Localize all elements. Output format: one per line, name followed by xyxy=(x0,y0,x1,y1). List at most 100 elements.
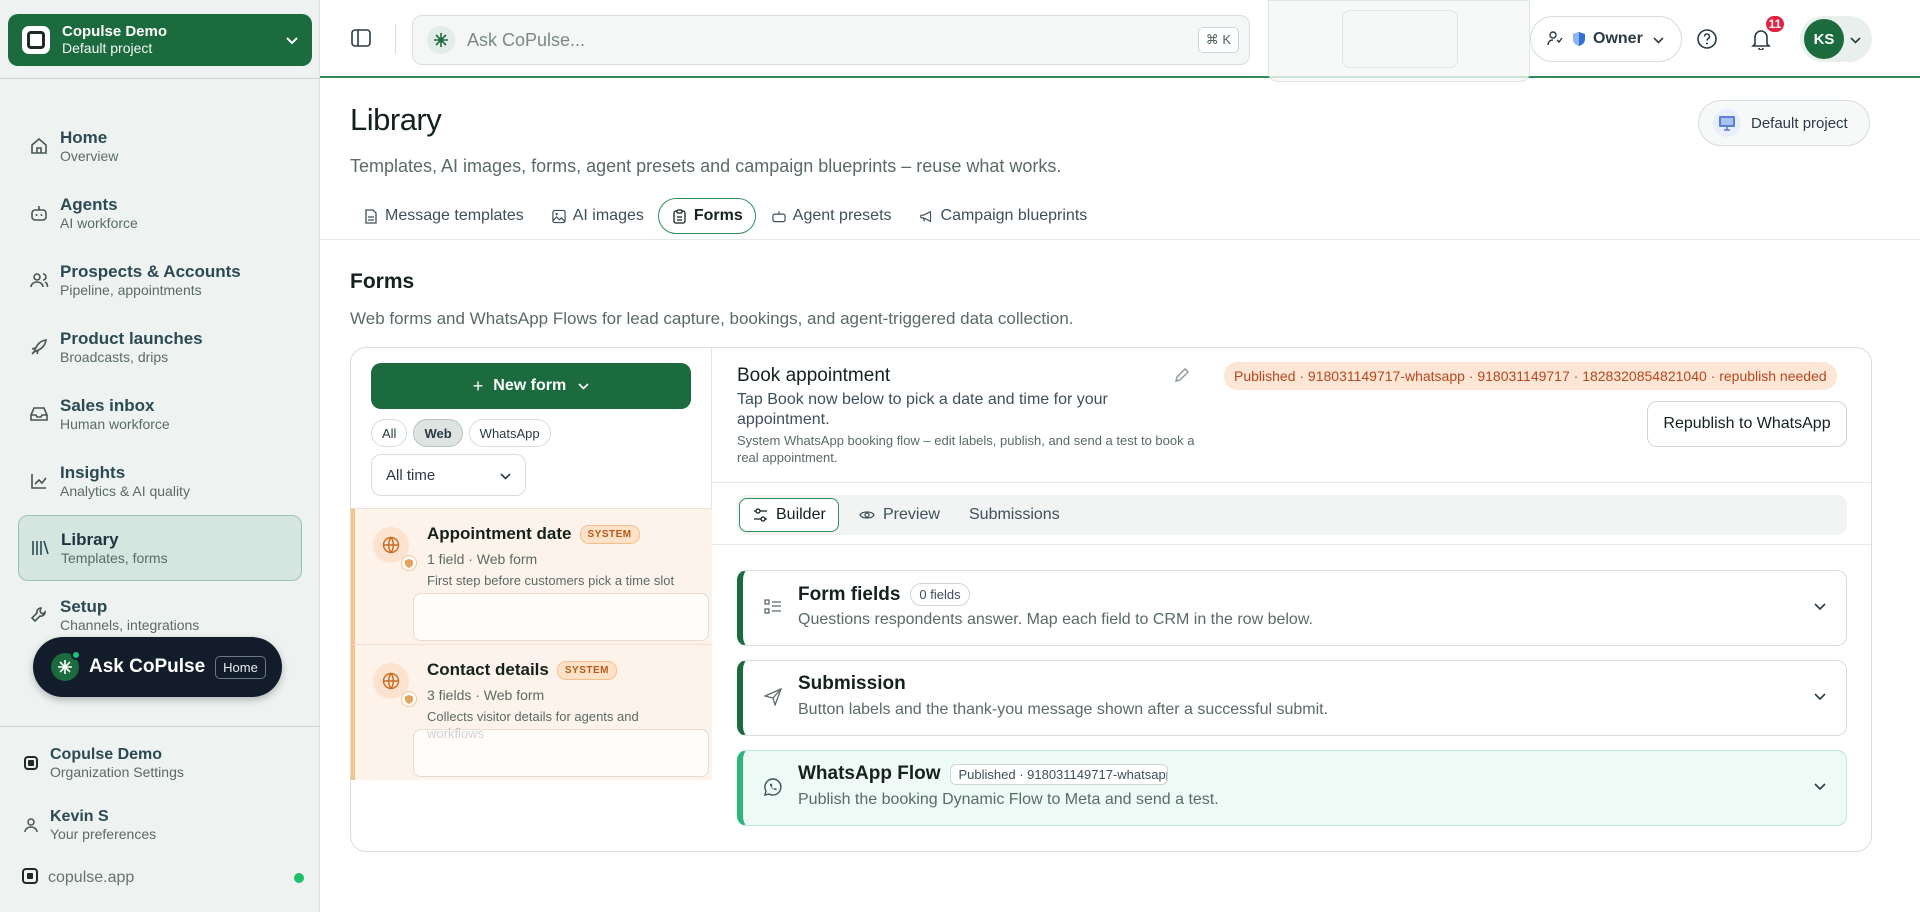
loading-placeholder-inner xyxy=(1342,10,1458,68)
tab-label: AI images xyxy=(572,207,644,224)
whatsapp-flow-section[interactable]: WhatsApp Flow Published · 918031149717-wh… xyxy=(737,750,1847,826)
shield-icon xyxy=(401,691,417,707)
submission-section[interactable]: Submission Button labels and the thank-y… xyxy=(737,660,1847,736)
bot-icon xyxy=(772,208,786,224)
sidebar-item-home[interactable]: Home Overview xyxy=(18,113,302,179)
sidebar-divider xyxy=(0,78,320,79)
tab-label: Agent presets xyxy=(792,207,892,224)
time-range-value: All time xyxy=(386,466,436,484)
flow-status-pill: Published · 918031149717-whatsapp xyxy=(950,763,1169,785)
edit-title-button[interactable] xyxy=(1172,366,1192,386)
toggle-sidebar-button[interactable] xyxy=(346,24,376,54)
toolbar-divider xyxy=(395,24,396,54)
sidebar-item-label: Prospects & Accounts xyxy=(60,261,241,281)
new-form-label: New form xyxy=(493,377,567,394)
tab-message-templates[interactable]: Message templates xyxy=(350,198,536,234)
sidebar-item-sales-inbox[interactable]: Sales inbox Human workforce xyxy=(18,381,302,447)
eye-icon xyxy=(859,507,875,523)
form-detail-title: Book appointment xyxy=(737,365,891,386)
form-list-item[interactable]: Appointment date SYSTEM 1 field · Web for… xyxy=(351,508,712,644)
sidebar-item-prospects[interactable]: Prospects & Accounts Pipeline, appointmen… xyxy=(18,247,302,313)
user-sub: Your preferences xyxy=(50,826,157,842)
republish-to-whatsapp-button[interactable]: Republish to WhatsApp xyxy=(1647,401,1847,447)
form-title: Appointment date xyxy=(427,524,572,543)
tab-forms[interactable]: Forms xyxy=(657,198,756,234)
sidebar-item-product-launches[interactable]: Product launches Broadcasts, drips xyxy=(18,314,302,380)
org-switcher[interactable]: Copulse Demo Default project xyxy=(8,14,312,66)
ask-copulse-label: Ask CoPulse xyxy=(89,656,206,677)
form-meta: 1 field · Web form xyxy=(427,551,538,567)
user-icon xyxy=(22,816,40,834)
section-heading: Submission xyxy=(798,673,906,694)
page-subtitle: Templates, AI images, forms, agent prese… xyxy=(350,156,1062,176)
org-logo-icon xyxy=(22,754,40,772)
wrench-icon xyxy=(28,604,50,626)
project-selector[interactable]: Default project xyxy=(1698,100,1870,146)
org-project: Default project xyxy=(62,40,153,56)
new-form-button[interactable]: + New form xyxy=(371,363,691,409)
sidebar-item-library[interactable]: Library Templates, forms xyxy=(18,515,302,581)
sidebar-item-label: Agents xyxy=(60,194,118,214)
bot-icon xyxy=(28,202,50,224)
form-meta: 3 fields · Web form xyxy=(427,687,545,703)
builder-segmented-control: Builder Preview Submissions xyxy=(737,495,1847,535)
ask-copulse-search[interactable]: Ask CoPulse... ⌘ K xyxy=(412,15,1250,65)
segment-preview[interactable]: Preview xyxy=(847,498,952,532)
sidebar: Copulse Demo Default project Home Overvie… xyxy=(0,0,320,912)
home-icon xyxy=(28,135,50,157)
tab-ai-images[interactable]: AI images xyxy=(538,198,656,234)
org-logo-icon xyxy=(22,26,50,54)
filter-whatsapp[interactable]: WhatsApp xyxy=(468,419,551,447)
help-button[interactable] xyxy=(1692,25,1722,55)
sparkle-icon xyxy=(427,26,455,54)
time-range-select[interactable]: All time xyxy=(371,454,526,496)
role-selector[interactable]: Owner xyxy=(1530,16,1682,62)
chevron-down-icon xyxy=(1850,31,1861,47)
publish-status-badge: Published · 918031149717-whatsapp · 9180… xyxy=(1224,362,1837,390)
sidebar-item-sub: Channels, integrations xyxy=(60,616,200,633)
user-role-icon xyxy=(1547,30,1563,49)
org-settings-link[interactable]: Copulse Demo Organization Settings xyxy=(22,745,184,781)
detail-divider xyxy=(712,482,1871,483)
segment-label: Preview xyxy=(883,506,940,523)
org-name: Copulse Demo xyxy=(62,23,168,40)
tab-campaign-blueprints[interactable]: Campaign blueprints xyxy=(906,198,1100,234)
filter-web[interactable]: Web xyxy=(413,419,463,447)
form-fields-section[interactable]: Form fields 0 fields Questions respondent… xyxy=(737,570,1847,646)
form-system-note: System WhatsApp booking flow – edit labe… xyxy=(737,433,1195,465)
sidebar-divider xyxy=(0,726,320,727)
segment-submissions[interactable]: Submissions xyxy=(957,498,1072,532)
user-menu-button[interactable]: KS xyxy=(1800,16,1872,62)
section-description: Questions respondents answer. Map each f… xyxy=(798,611,1313,628)
chart-icon xyxy=(28,470,50,492)
sliders-icon xyxy=(752,507,768,523)
detail-divider xyxy=(712,544,1871,545)
sidebar-item-label: Product launches xyxy=(60,328,203,348)
card-overlay xyxy=(413,729,709,777)
section-description: Button labels and the thank-you message … xyxy=(798,701,1329,718)
org-settings-sub: Organization Settings xyxy=(50,764,184,780)
ask-copulse-button[interactable]: Ask CoPulse Home xyxy=(33,637,282,697)
keyboard-shortcut: ⌘ K xyxy=(1197,27,1239,53)
chevron-down-icon xyxy=(1812,689,1828,705)
plus-icon: + xyxy=(472,375,484,396)
domain-row: copulse.app xyxy=(22,868,304,887)
filter-all[interactable]: All xyxy=(371,419,408,447)
user-preferences-link[interactable]: Kevin S Your preferences xyxy=(22,807,156,843)
tab-agent-presets[interactable]: Agent presets xyxy=(758,198,904,234)
rocket-icon xyxy=(28,336,50,358)
chevron-down-icon xyxy=(578,379,589,393)
system-badge: SYSTEM xyxy=(579,524,640,544)
top-bar: Ask CoPulse... ⌘ K Owner 11 KS xyxy=(320,0,1920,82)
form-list-item[interactable]: Contact details SYSTEM 3 fields · Web for… xyxy=(351,644,712,780)
sidebar-item-insights[interactable]: Insights Analytics & AI quality xyxy=(18,448,302,514)
notification-count-badge: 11 xyxy=(1764,14,1786,34)
sparkle-icon xyxy=(51,650,81,681)
chevron-down-icon xyxy=(1812,779,1828,795)
tab-label: Message templates xyxy=(385,207,524,224)
ask-context-tag: Home xyxy=(215,655,266,679)
field-count-pill: 0 fields xyxy=(910,583,970,606)
page-title: Library xyxy=(350,102,442,137)
segment-builder[interactable]: Builder xyxy=(739,498,839,532)
sidebar-item-agents[interactable]: Agents AI workforce xyxy=(18,180,302,246)
